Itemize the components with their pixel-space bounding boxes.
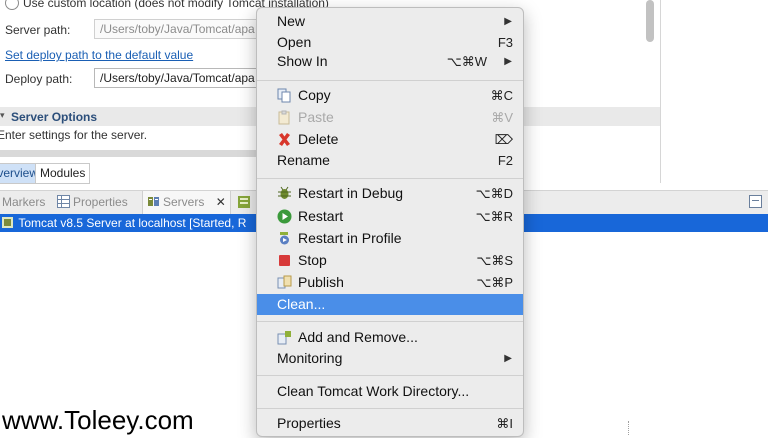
menu-item-restart-in-profile[interactable]: Restart in Profile xyxy=(257,228,523,249)
editor-side-panel xyxy=(660,0,768,183)
menu-item-paste[interactable]: Paste ⌘V xyxy=(257,107,523,128)
set-default-deploy-path-link[interactable]: Set deploy path to the default value xyxy=(5,48,193,62)
menu-item-restart[interactable]: Restart ⌥⌘R xyxy=(257,206,523,227)
server-path-field[interactable]: /Users/toby/Java/Tomcat/apa xyxy=(94,19,262,39)
menu-separator xyxy=(257,80,523,81)
debug-bug-icon xyxy=(277,186,292,201)
menu-separator xyxy=(257,178,523,179)
menu-separator xyxy=(257,408,523,409)
menu-item-restart-in-debug[interactable]: Restart in Debug ⌥⌘D xyxy=(257,183,523,204)
server-row-label: Tomcat v8.5 Server at localhost [Started… xyxy=(18,216,247,230)
copy-icon xyxy=(277,88,292,103)
menu-item-show-in[interactable]: Show In ⌥⌘W ▶ xyxy=(257,51,523,72)
menu-item-clean[interactable]: Clean... xyxy=(257,294,523,315)
menu-item-open[interactable]: Open F3 xyxy=(257,32,523,53)
menu-item-copy[interactable]: Copy ⌘C xyxy=(257,85,523,106)
menu-separator xyxy=(257,375,523,376)
menu-item-monitoring[interactable]: Monitoring ▶ xyxy=(257,348,523,369)
submenu-arrow-icon: ▶ xyxy=(504,56,512,67)
menu-item-new[interactable]: New ▶ xyxy=(257,11,523,32)
tab-markers[interactable]: Markers xyxy=(2,191,45,214)
properties-tab-label: Properties xyxy=(73,195,128,209)
submenu-arrow-icon: ▶ xyxy=(504,16,512,27)
collapse-triangle-icon[interactable]: ▾ xyxy=(0,110,5,121)
context-menu: New ▶ Open F3 Show In ⌥⌘W ▶ Copy ⌘C Past… xyxy=(256,7,524,437)
minimize-view-icon[interactable] xyxy=(749,195,762,208)
server-options-title: Server Options xyxy=(11,110,98,124)
tab-properties[interactable]: Properties xyxy=(57,191,128,214)
tomcat-server-icon xyxy=(2,215,13,228)
server-path-label: Server path: xyxy=(5,23,71,37)
menu-item-clean-tomcat-work-directory[interactable]: Clean Tomcat Work Directory... xyxy=(257,381,523,402)
publish-icon xyxy=(277,275,292,290)
bottom-divider xyxy=(628,421,630,435)
add-remove-icon xyxy=(277,330,292,345)
menu-item-properties[interactable]: Properties ⌘I xyxy=(257,413,523,434)
server-options-description: Enter settings for the server. xyxy=(0,128,148,142)
servers-tab-label: Servers xyxy=(163,195,205,209)
menu-separator xyxy=(257,321,523,322)
tab-servers[interactable]: Servers ✕ xyxy=(142,191,231,214)
profile-icon xyxy=(277,231,292,246)
paste-icon xyxy=(277,110,292,125)
menu-item-stop[interactable]: Stop ⌥⌘S xyxy=(257,250,523,271)
deploy-path-label: Deploy path: xyxy=(5,72,73,86)
minimize-bar xyxy=(752,200,759,201)
run-icon xyxy=(277,209,292,224)
servers-icon xyxy=(147,193,160,206)
markers-tab-label: Markers xyxy=(2,195,46,209)
deploy-path-field[interactable]: /Users/toby/Java/Tomcat/apa xyxy=(94,68,262,88)
close-icon[interactable]: ✕ xyxy=(216,195,226,209)
submenu-arrow-icon: ▶ xyxy=(504,353,512,364)
data-source-icon[interactable] xyxy=(237,191,251,214)
menu-item-publish[interactable]: Publish ⌥⌘P xyxy=(257,272,523,293)
watermark: www.Toleey.com xyxy=(2,405,194,435)
editor-scrollbar[interactable] xyxy=(646,0,654,42)
delete-icon xyxy=(277,132,292,147)
properties-table-icon xyxy=(57,193,70,208)
editor-horizontal-scrollbar[interactable] xyxy=(0,150,260,157)
menu-item-add-and-remove[interactable]: Add and Remove... xyxy=(257,327,523,348)
menu-item-rename[interactable]: Rename F2 xyxy=(257,150,523,171)
menu-item-delete[interactable]: Delete ⌦ xyxy=(257,129,523,150)
stop-icon xyxy=(277,253,292,268)
tab-modules[interactable]: Modules xyxy=(35,163,91,184)
